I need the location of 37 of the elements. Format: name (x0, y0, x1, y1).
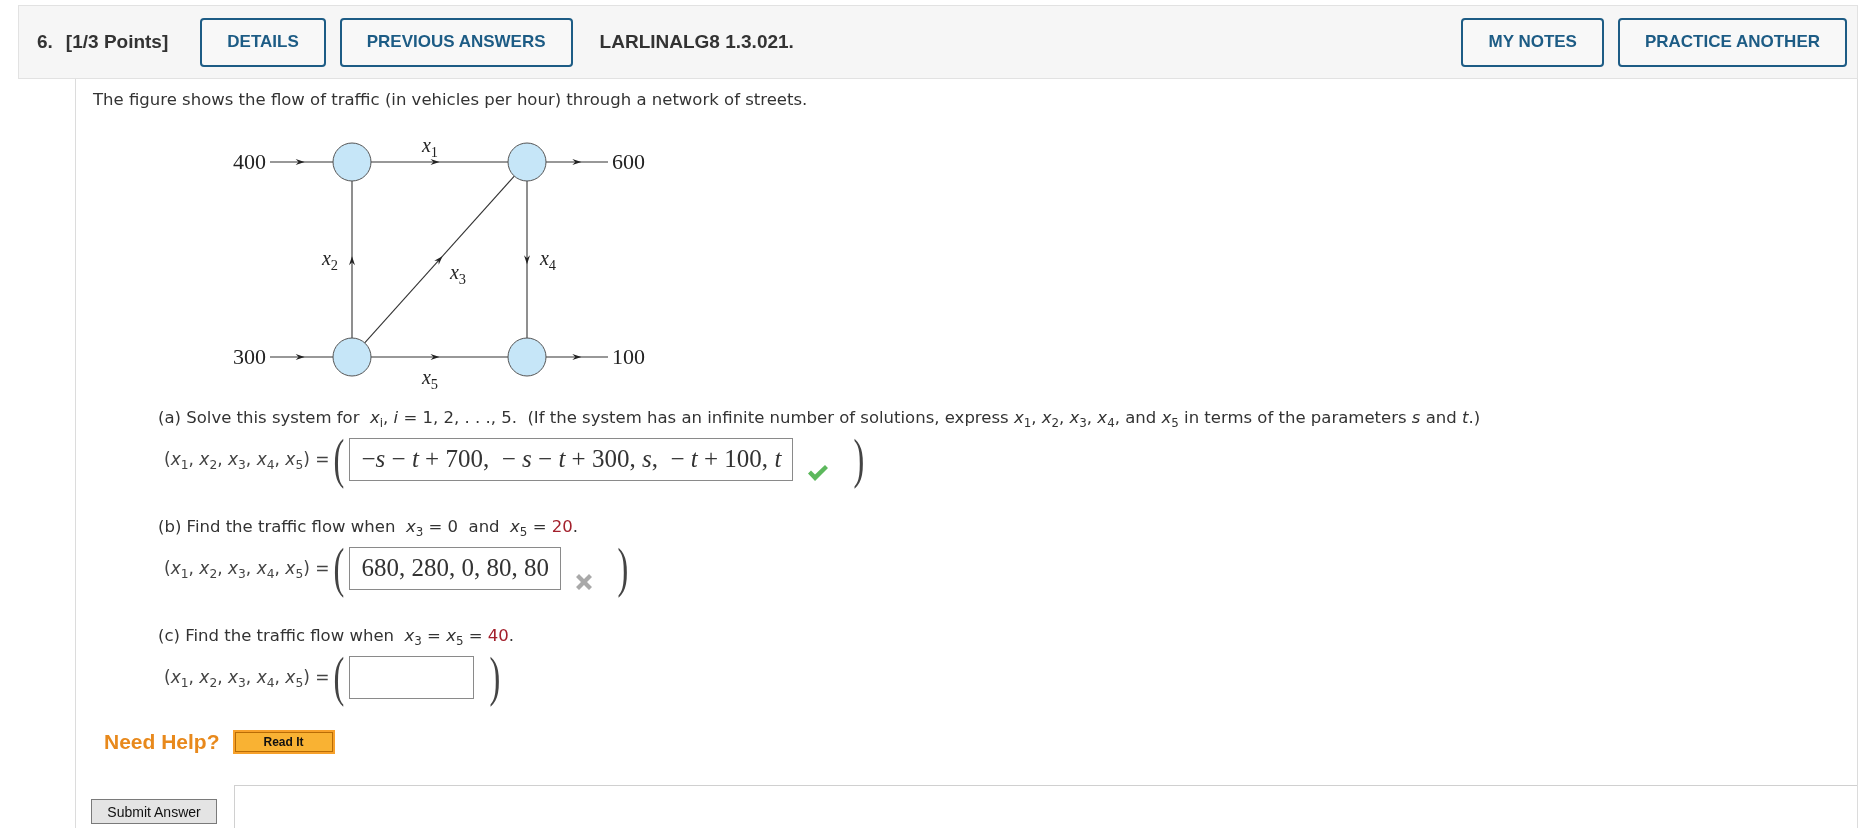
street-label: x$_{5}$ (421, 367, 439, 387)
outflow-label: 600 (612, 151, 645, 173)
header-button[interactable]: MY NOTES (1461, 17, 1604, 67)
inflow-label: 400 (233, 151, 266, 173)
intersection-node (332, 337, 372, 377)
question-points: [1/3 Points] (65, 31, 169, 53)
intersection-node (507, 337, 547, 377)
question-text: (b) Find the traffic flow when x$_{3}$ = 0 and x$_{5}$ = 20. (158, 516, 579, 537)
street-label: x$_{3}$ (449, 262, 467, 282)
intro-text: The figure shows the flow of traffic (in vehicles per hour) through a network of streets. (93, 89, 809, 110)
read-it-button[interactable]: Read It (232, 730, 335, 754)
outflow-arrow (545, 354, 609, 360)
intersection-node (507, 142, 547, 182)
problem-code: LARLINALG8 1.3.021. (599, 31, 794, 53)
submit-button[interactable]: Submit Answer (91, 799, 217, 824)
question-text: (a) Solve this system for x$_{i}$, i = 1, 2, . . ., 5. (If the system has an infinite number of solutions, express x$_{1}$, x$_{2}$, x$_{3}$, x$_{4}$, and x$_{5}$ in terms of the parameters s and t.) (158, 407, 1482, 428)
street-label: x$_{4}$ (539, 248, 557, 268)
answer-field[interactable] (349, 655, 475, 699)
answer-field[interactable]: 680, 280, 0, 80, 80 (349, 546, 561, 590)
outflow-label: 100 (612, 346, 645, 368)
outflow-arrow (545, 159, 609, 165)
inflow-arrow (269, 159, 334, 165)
street-label: x$_{1}$ (421, 135, 439, 155)
inflow-label: 300 (233, 346, 266, 368)
inflow-arrow (269, 354, 334, 360)
help-heading: Need Help? (104, 730, 220, 754)
header-button[interactable]: DETAILS (200, 17, 326, 67)
answer-label: (x$_{1}$, x$_{2}$, x$_{3}$, x$_{4}$, x$_{5}$) = (164, 558, 330, 578)
answer-label: (x$_{1}$, x$_{2}$, x$_{3}$, x$_{4}$, x$_{5}$) = (164, 667, 330, 687)
header-button[interactable]: PREVIOUS ANSWERS (339, 17, 573, 67)
answer-field[interactable]: −s − t + 700, − s − t + 300, s, − t + 100, t (349, 437, 794, 481)
answer-label: (x$_{1}$, x$_{2}$, x$_{3}$, x$_{4}$, x$_{5}$) = (164, 449, 330, 469)
question-number: 6. (37, 31, 53, 53)
header-button[interactable]: PRACTICE ANOTHER (1617, 17, 1847, 67)
intersection-node (332, 142, 372, 182)
question-text: (c) Find the traffic flow when x$_{3}$ = x$_{5}$ = 40. (158, 625, 516, 646)
street-label: x$_{2}$ (321, 248, 339, 268)
